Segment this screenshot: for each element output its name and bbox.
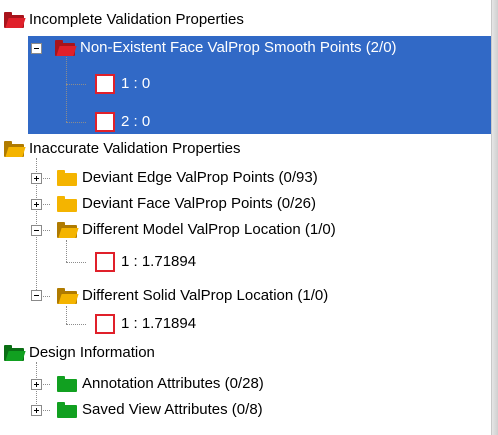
tree-connector [66,262,86,264]
expand-toggle[interactable] [31,199,42,210]
tree-connector [66,240,68,262]
tree-leaf-label: 2 : 0 [121,113,151,130]
tree-node-face-points[interactable]: Deviant Face ValProp Points (0/26) [57,192,319,216]
tree-node-label: Annotation Attributes (0/28) [82,375,264,392]
tree-node-label: Deviant Face ValProp Points (0/26) [82,195,317,212]
tree-node-label: Non-Existent Face ValProp Smooth Points … [80,39,397,56]
tree-node-inaccurate-validation[interactable]: Inaccurate Validation Properties [4,137,244,161]
expand-toggle[interactable] [31,173,42,184]
tree-node-design-information[interactable]: Design Information [4,341,158,365]
tree-node-annotation-attributes[interactable]: Annotation Attributes (0/28) [57,372,267,396]
yellow-open-folder-icon [57,222,79,238]
tree-node-label: Incomplete Validation Properties [29,11,244,28]
tree-node-label: Different Solid ValProp Location (1/0) [82,287,329,304]
red-square-icon [95,112,115,132]
yellow-open-folder-icon [4,141,26,157]
tree-node-solid-location[interactable]: Different Solid ValProp Location (1/0) [57,284,331,308]
tree-node-saved-view-attributes[interactable]: Saved View Attributes (0/8) [57,398,266,422]
scrollbar-edge[interactable] [491,0,498,435]
tree-connector [66,122,86,124]
validation-tree-view[interactable]: Incomplete Validation Properties Non-Exi… [0,0,498,435]
tree-leaf-label: 1 : 1.71894 [121,315,197,332]
tree-connector [66,306,68,324]
collapse-toggle[interactable] [31,290,42,301]
tree-node-incomplete-validation[interactable]: Incomplete Validation Properties [4,8,247,32]
tree-node-label: Different Model ValProp Location (1/0) [82,221,336,238]
red-square-icon [95,252,115,272]
tree-connector [66,84,86,86]
yellow-open-folder-icon [57,288,79,304]
tree-node-label: Deviant Edge ValProp Points (0/93) [82,169,318,186]
red-square-icon [95,74,115,94]
green-folder-icon [57,402,77,418]
tree-node-smooth-points[interactable]: Non-Existent Face ValProp Smooth Points … [55,36,400,60]
expand-toggle[interactable] [31,405,42,416]
tree-node-label: Saved View Attributes (0/8) [82,401,263,418]
tree-node-model-location[interactable]: Different Model ValProp Location (1/0) [57,218,339,242]
yellow-folder-icon [57,196,77,212]
tree-leaf-solid-location-1[interactable]: 1 : 1.71894 [95,312,199,336]
red-open-folder-icon [55,40,77,56]
tree-node-label: Inaccurate Validation Properties [29,140,241,157]
tree-connector [66,324,86,326]
tree-node-edge-points[interactable]: Deviant Edge ValProp Points (0/93) [57,166,321,190]
tree-leaf-label: 1 : 1.71894 [121,253,197,270]
red-square-icon [95,314,115,334]
green-folder-icon [57,376,77,392]
green-open-folder-icon [4,345,26,361]
tree-connector [66,54,68,122]
collapse-toggle[interactable] [31,225,42,236]
yellow-folder-icon [57,170,77,186]
tree-leaf-smooth-point-1[interactable]: 1 : 0 [95,72,153,96]
collapse-toggle[interactable] [31,43,42,54]
expand-toggle[interactable] [31,379,42,390]
red-open-folder-icon [4,12,26,28]
tree-leaf-smooth-point-2[interactable]: 2 : 0 [95,110,153,134]
tree-leaf-label: 1 : 0 [121,75,151,92]
tree-leaf-model-location-1[interactable]: 1 : 1.71894 [95,250,199,274]
tree-node-label: Design Information [29,344,155,361]
